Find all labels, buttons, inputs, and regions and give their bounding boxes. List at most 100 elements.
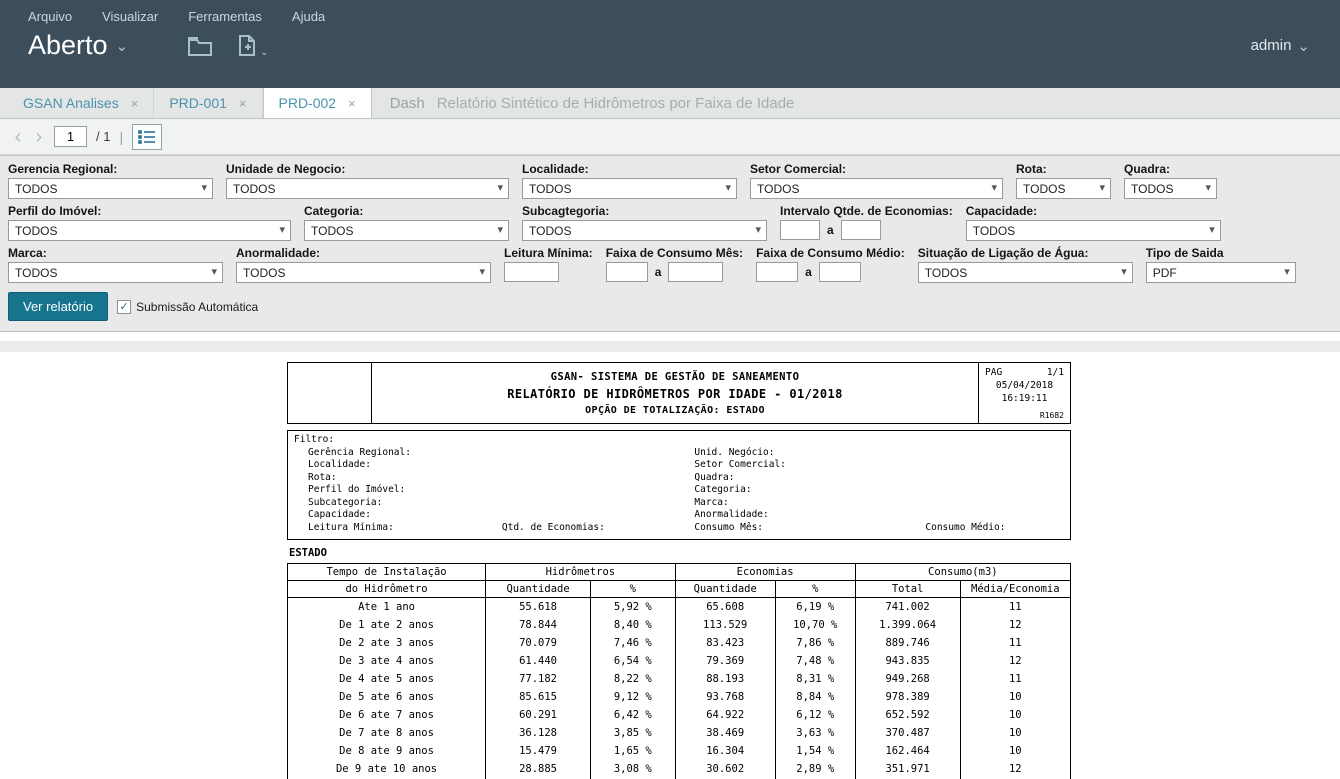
table-cell: 12 xyxy=(960,652,1070,670)
ver-relatorio-button[interactable]: Ver relatório xyxy=(8,292,108,321)
filtro-field-label: Consumo Mês: xyxy=(694,522,925,535)
filter-select-rota[interactable]: TODOS xyxy=(1016,178,1111,199)
toc-button[interactable] xyxy=(132,124,162,150)
filter-input-intervalo-economias-to[interactable] xyxy=(841,220,881,240)
table-cell: 93.768 xyxy=(675,688,775,706)
tab-prd-001[interactable]: PRD-001 × xyxy=(154,88,262,118)
table-cell: 15.479 xyxy=(486,742,591,760)
auto-submit-control[interactable]: ✓ Submissão Automática xyxy=(117,300,258,314)
filtro-field-label: Quadra: xyxy=(694,472,925,485)
filter-select-unidade-negocio[interactable]: TODOS xyxy=(226,178,509,199)
dash-label[interactable]: Dash xyxy=(390,95,425,112)
filter-label-situacao-ligacao-agua: Situação de Ligação de Água: xyxy=(918,246,1133,260)
filter-rows: Gerencia Regional:TODOSUnidade de Negoci… xyxy=(8,162,1332,283)
filter-select-anormalidade[interactable]: TODOS xyxy=(236,262,491,283)
table-cell: 943.835 xyxy=(855,652,960,670)
page-prev-button[interactable]: ‹ xyxy=(12,127,24,147)
filter-label-subcagtegoria: Subcagtegoria: xyxy=(522,204,767,218)
menu-item-visualizar[interactable]: Visualizar xyxy=(102,9,158,24)
auto-submit-checkbox[interactable]: ✓ xyxy=(117,300,131,314)
filter-select-categoria[interactable]: TODOS xyxy=(304,220,509,241)
report-subtitle: OPÇÃO DE TOTALIZAÇÃO: ESTADO xyxy=(585,405,765,416)
page-input[interactable] xyxy=(54,126,87,147)
new-report-icon[interactable]: ⌄ xyxy=(236,33,268,58)
filter-row: Gerencia Regional:TODOSUnidade de Negoci… xyxy=(8,162,1332,199)
filtro-field-label: Anormalidade: xyxy=(694,509,925,522)
tab-label: PRD-002 xyxy=(279,95,337,111)
filtro-field-label xyxy=(925,472,1064,485)
table-row: De 1 ate 2 anos78.8448,40 %113.52910,70 … xyxy=(288,616,1071,634)
filter-input-faixa-consumo-medio-to[interactable] xyxy=(819,262,861,282)
filter-select-capacidade[interactable]: TODOS xyxy=(966,220,1221,241)
filtro-field-label xyxy=(925,484,1064,497)
select-wrap-localidade: TODOS xyxy=(522,178,737,199)
table-cell: 741.002 xyxy=(855,598,960,617)
pager-toolbar: ‹ › / 1 | xyxy=(0,119,1340,155)
table-column-header: Quantidade xyxy=(675,581,775,598)
table-cell: 162.464 xyxy=(855,742,960,760)
tab-close-icon[interactable]: × xyxy=(131,96,139,111)
menu-item-ajuda[interactable]: Ajuda xyxy=(292,9,325,24)
table-cell: 7,46 % xyxy=(591,634,676,652)
tab-close-icon[interactable]: × xyxy=(239,96,247,111)
report-main-title: RELATÓRIO DE HIDRÔMETROS POR IDADE - 01/… xyxy=(507,387,842,401)
table-cell: 10,70 % xyxy=(775,616,855,634)
filter-input-leitura-minima[interactable] xyxy=(504,262,559,282)
select-wrap-anormalidade: TODOS xyxy=(236,262,491,283)
filter-label-intervalo-economias: Intervalo Qtde. de Economias: xyxy=(780,204,953,218)
table-cell: 12 xyxy=(960,760,1070,778)
tab-close-icon[interactable]: × xyxy=(348,96,356,111)
user-menu[interactable]: admin ⌄ xyxy=(1251,37,1310,55)
menu-item-arquivo[interactable]: Arquivo xyxy=(28,9,72,24)
tab-gsan-analises[interactable]: GSAN Analises× xyxy=(8,88,154,118)
filter-select-setor-comercial[interactable]: TODOS xyxy=(750,178,1003,199)
filter-select-quadra[interactable]: TODOS xyxy=(1124,178,1217,199)
filter-select-marca[interactable]: TODOS xyxy=(8,262,223,283)
filtro-field-label xyxy=(925,447,1064,460)
filtro-field-label: Perfil do Imóvel: xyxy=(294,484,502,497)
page-next-button[interactable]: › xyxy=(33,127,45,147)
report-logo-cell xyxy=(288,363,372,423)
filtro-field-label: Rota: xyxy=(294,472,502,485)
filtro-field-label: Qtd. de Economias: xyxy=(502,522,695,535)
open-folder-icon[interactable] xyxy=(186,34,214,58)
filter-label-localidade: Localidade: xyxy=(522,162,737,176)
select-wrap-unidade-negocio: TODOS xyxy=(226,178,509,199)
table-row: De 4 ate 5 anos77.1828,22 %88.1938,31 %9… xyxy=(288,670,1071,688)
filter-input-intervalo-economias-from[interactable] xyxy=(780,220,820,240)
filter-field-subcagtegoria: Subcagtegoria: TODOS xyxy=(522,204,767,241)
open-menu-button[interactable]: Aberto ⌄ xyxy=(28,30,128,61)
table-cell: 83.423 xyxy=(675,634,775,652)
filter-label-anormalidade: Anormalidade: xyxy=(236,246,491,260)
filter-input-faixa-consumo-medio-from[interactable] xyxy=(756,262,798,282)
table-cell: De 9 ate 10 anos xyxy=(288,760,486,778)
filter-select-gerencia-regional[interactable]: TODOS xyxy=(8,178,213,199)
filter-field-categoria: Categoria:TODOS xyxy=(304,204,509,241)
filtro-field-label xyxy=(502,459,695,472)
filter-select-subcagtegoria[interactable]: TODOS xyxy=(522,220,767,241)
tab-label: PRD-001 xyxy=(169,95,227,111)
filter-field-capacidade: Capacidade:TODOS xyxy=(966,204,1221,241)
filter-select-tipo-saida[interactable]: PDF xyxy=(1146,262,1296,283)
filter-input-faixa-consumo-mes-from[interactable] xyxy=(606,262,648,282)
table-cell: 79.369 xyxy=(675,652,775,670)
table-cell: 78.844 xyxy=(486,616,591,634)
filter-input-faixa-consumo-mes-to[interactable] xyxy=(668,262,723,282)
filters-panel: Gerencia Regional:TODOSUnidade de Negoci… xyxy=(0,155,1340,332)
filter-field-marca: Marca:TODOS xyxy=(8,246,223,283)
table-group-header: Consumo(m3) xyxy=(855,564,1070,581)
table-cell: 8,84 % xyxy=(775,688,855,706)
table-group-header: Hidrômetros xyxy=(486,564,675,581)
table-group-header-row: Tempo de InstalaçãoHidrômetrosEconomiasC… xyxy=(288,564,1071,581)
table-cell: 12 xyxy=(960,616,1070,634)
filter-select-situacao-ligacao-agua[interactable]: TODOS xyxy=(918,262,1133,283)
filter-select-localidade[interactable]: TODOS xyxy=(522,178,737,199)
filter-label-rota: Rota: xyxy=(1016,162,1111,176)
menu-item-ferramentas[interactable]: Ferramentas xyxy=(188,9,262,24)
filter-select-perfil-imovel[interactable]: TODOS xyxy=(8,220,291,241)
table-cell: 3,85 % xyxy=(591,724,676,742)
filter-field-unidade-negocio: Unidade de Negocio:TODOS xyxy=(226,162,509,199)
select-wrap-tipo-saida: PDF xyxy=(1146,262,1296,283)
filter-range-intervalo-economias: a xyxy=(780,220,953,240)
tab-prd-002[interactable]: PRD-002 × xyxy=(263,88,372,118)
